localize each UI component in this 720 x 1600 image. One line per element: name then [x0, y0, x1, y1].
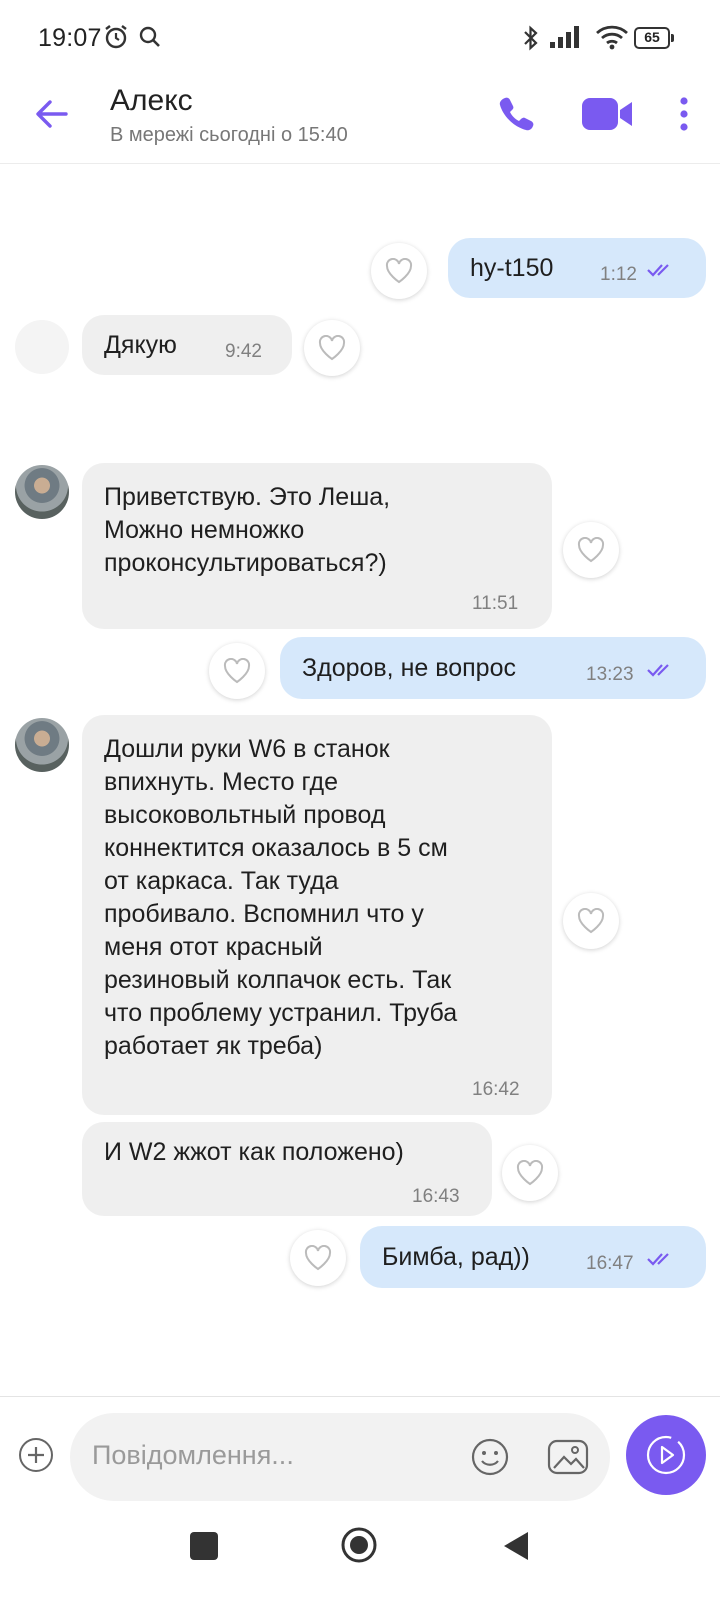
heart-icon	[577, 908, 605, 934]
chat-header: Алекс В мережі сьогодні о 15:40	[0, 76, 720, 164]
incoming-message[interactable]: Дошли руки W6 в станок впихнуть. Место г…	[82, 715, 552, 1115]
battery-icon: 65	[634, 27, 676, 49]
message-list[interactable]: hy-t150 1:12 Дякую 9:42 Приветствую. Это…	[0, 165, 720, 1395]
search-icon	[138, 25, 162, 54]
gallery-button[interactable]	[546, 1437, 590, 1477]
outgoing-message[interactable]: hy-t150 1:12	[448, 238, 706, 298]
heart-icon	[577, 537, 605, 563]
more-vertical-icon	[680, 97, 688, 131]
message-time: 9:42	[225, 341, 262, 362]
message-text: Здоров, не вопрос	[302, 654, 516, 682]
heart-icon	[516, 1160, 544, 1186]
heart-icon	[304, 1245, 332, 1271]
contact-name[interactable]: Алекс	[110, 84, 193, 118]
message-text: Дякую	[104, 331, 177, 359]
message-text: Приветствую. Это Леша, Можно немножко пр…	[104, 483, 391, 577]
read-receipt-icon	[647, 1253, 669, 1266]
status-time: 19:07	[38, 24, 102, 52]
phone-icon	[499, 97, 534, 131]
date-divider	[310, 195, 400, 203]
message-text: hy-t150	[470, 254, 554, 282]
heart-icon	[318, 335, 346, 361]
incoming-message[interactable]: И W2 жжот как положено) 16:43	[82, 1122, 492, 1216]
alarm-icon	[102, 23, 130, 56]
system-back-button[interactable]	[502, 1530, 530, 1562]
message-text: И W2 жжот как положено)	[104, 1138, 404, 1166]
read-receipt-icon	[647, 264, 669, 277]
message-input[interactable]	[92, 1435, 432, 1475]
incoming-message[interactable]: Дякую 9:42	[82, 315, 292, 375]
status-bar: 19:07 65	[0, 0, 720, 76]
contact-avatar[interactable]	[15, 718, 69, 772]
heart-icon	[385, 258, 413, 284]
smile-icon	[471, 1438, 509, 1476]
signal-icon	[550, 24, 586, 55]
contact-avatar[interactable]	[15, 465, 69, 519]
message-time: 1:12	[600, 264, 637, 285]
video-call-button[interactable]	[582, 96, 634, 132]
system-navigation-bar	[0, 1500, 720, 1600]
message-text: Дошли руки W6 в станок впихнуть. Место г…	[104, 735, 458, 1060]
emoji-button[interactable]	[470, 1437, 510, 1477]
message-time: 16:47	[586, 1253, 634, 1274]
message-composer	[0, 1396, 720, 1501]
like-button[interactable]	[209, 643, 265, 699]
message-input-container	[70, 1413, 610, 1501]
message-time: 16:43	[412, 1186, 460, 1207]
heart-icon	[223, 658, 251, 684]
play-circle-icon	[646, 1435, 686, 1475]
contact-avatar[interactable]	[15, 320, 69, 374]
more-options-button[interactable]	[670, 94, 698, 134]
voice-call-button[interactable]	[496, 94, 536, 134]
like-button[interactable]	[563, 522, 619, 578]
outgoing-message[interactable]: Бимба, рад)) 16:47	[360, 1226, 706, 1288]
like-button[interactable]	[371, 243, 427, 299]
recents-button[interactable]	[190, 1532, 218, 1560]
wifi-icon	[595, 24, 629, 55]
incoming-message[interactable]: Приветствую. Это Леша, Можно немножко пр…	[82, 463, 552, 629]
outgoing-message[interactable]: Здоров, не вопрос 13:23	[280, 637, 706, 699]
contact-status: В мережі сьогодні о 15:40	[110, 124, 348, 146]
like-button[interactable]	[563, 893, 619, 949]
back-button[interactable]	[30, 92, 74, 136]
message-text: Бимба, рад))	[382, 1243, 530, 1271]
attach-button[interactable]	[18, 1437, 54, 1473]
arrow-left-icon	[36, 100, 68, 128]
like-button[interactable]	[502, 1145, 558, 1201]
read-receipt-icon	[647, 664, 669, 677]
like-button[interactable]	[290, 1230, 346, 1286]
like-button[interactable]	[304, 320, 360, 376]
image-icon	[547, 1439, 589, 1475]
message-time: 13:23	[586, 664, 634, 685]
video-camera-icon	[582, 98, 632, 130]
send-button[interactable]	[626, 1415, 706, 1495]
message-time: 11:51	[472, 593, 519, 614]
home-circle-icon	[341, 1527, 377, 1563]
home-button[interactable]	[340, 1526, 378, 1564]
triangle-back-icon	[504, 1532, 528, 1560]
plus-circle-icon	[19, 1438, 53, 1472]
battery-level: 65	[644, 29, 660, 45]
bluetooth-icon	[522, 24, 540, 57]
message-time: 16:42	[472, 1079, 520, 1100]
